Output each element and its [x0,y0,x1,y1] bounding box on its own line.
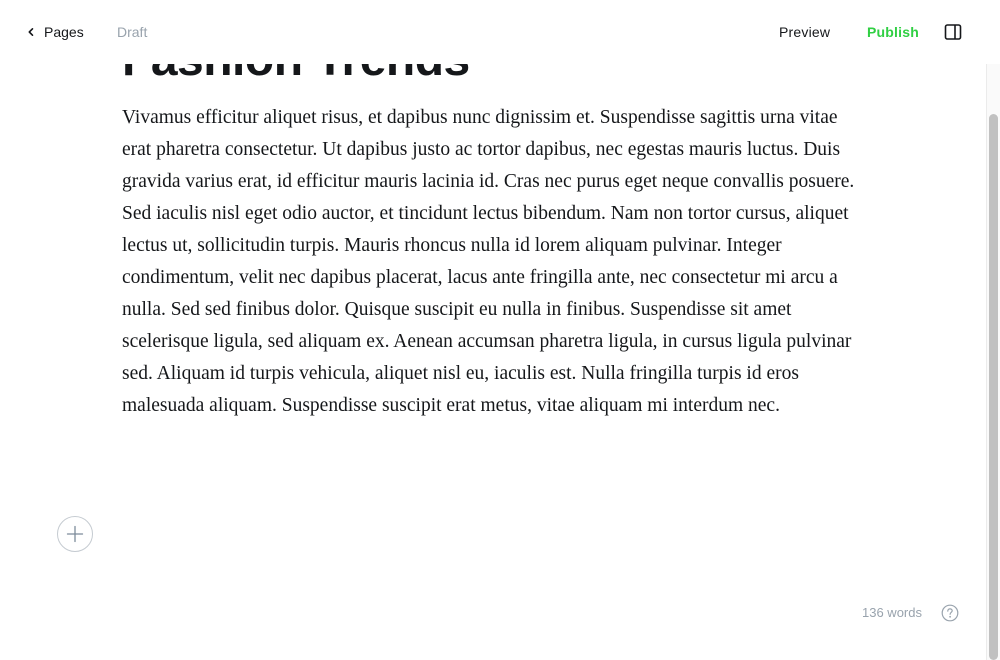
publish-button[interactable]: Publish [867,24,919,40]
scrollbar-thumb[interactable] [989,114,998,660]
sidebar-panel-icon[interactable] [944,23,962,41]
post-status: Draft [117,24,148,40]
preview-button[interactable]: Preview [779,24,830,40]
word-count: 136 words [862,605,922,620]
chevron-left-icon [28,28,34,36]
back-label: Pages [44,24,84,40]
editor-canvas[interactable]: Fashion Trends Vivamus efficitur aliquet… [0,0,986,660]
editor-header: Pages Draft Preview Publish [0,0,986,64]
add-card-button[interactable] [57,516,93,552]
back-to-pages-link[interactable]: Pages [26,22,84,42]
plus-icon [66,525,84,543]
question-mark-icon[interactable] [941,604,959,622]
post-body[interactable]: Vivamus efficitur aliquet risus, et dapi… [122,102,870,422]
